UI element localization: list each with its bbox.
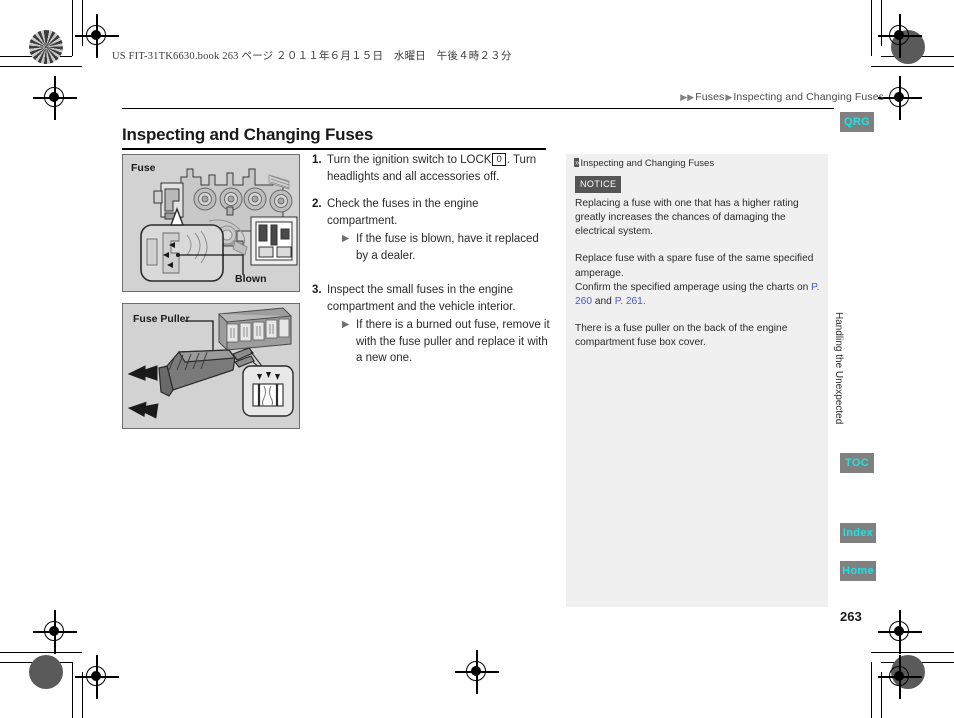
tab-qrg[interactable]: QRG — [840, 112, 874, 132]
book-file-stamp: US FIT-31TK6630.book 263 ページ ２０１１年６月１５日 … — [112, 51, 512, 62]
fuse-box-illustration — [140, 168, 298, 282]
step-number: 1. — [312, 154, 322, 166]
registration-cross — [33, 76, 77, 120]
step-item: 3. Inspect the small fuses in the engine… — [312, 282, 550, 367]
page-number: 263 — [840, 609, 862, 624]
registration-dot-bottom-left — [29, 655, 63, 689]
registration-cross — [878, 14, 922, 58]
notice-paragraph-3: Confirm the specified amperage using the… — [575, 281, 821, 309]
breadcrumb-level-2[interactable]: Inspecting and Changing Fuses — [733, 91, 884, 103]
substep-item: ▶ If the fuse is blown, have it replaced… — [342, 231, 550, 264]
registration-cross — [75, 655, 119, 699]
notice-panel: » Inspecting and Changing Fuses NOTICE Re… — [566, 154, 828, 607]
registration-cross — [33, 610, 77, 654]
notice-heading-text: Inspecting and Changing Fuses — [580, 158, 715, 169]
figure-fuse-label: Fuse — [131, 162, 156, 174]
figure-fuse-callout-blown: Blown — [235, 273, 267, 285]
step-item: 2. Check the fuses in the engine compart… — [312, 196, 550, 264]
step-text: Inspect the small fuses in the engine co… — [327, 284, 516, 313]
registration-cross — [878, 610, 922, 654]
notice-panel-body: NOTICE Replacing a fuse with one that ha… — [575, 176, 821, 364]
substep-text: If there is a burned out fuse, remove it… — [356, 319, 550, 364]
substep-marker-icon: ▶ — [342, 233, 350, 244]
trim-mark — [72, 662, 74, 718]
step-text-before: Turn the ignition switch to LOCK — [327, 154, 492, 166]
figure-fuse-puller-label: Fuse Puller — [133, 313, 190, 325]
tab-home[interactable]: Home — [840, 561, 876, 581]
header-rule — [122, 108, 834, 109]
notice-paragraph-4: There is a fuse puller on the back of th… — [575, 323, 788, 349]
substep-text: If the fuse is blown, have it replaced b… — [356, 233, 539, 262]
breadcrumb-level-1[interactable]: Fuses — [695, 91, 724, 103]
notice-p3-after: . — [642, 295, 646, 307]
notice-p3-mid: and — [594, 295, 612, 307]
trim-mark — [871, 0, 873, 56]
registration-cross — [878, 76, 922, 120]
registration-cross — [878, 655, 922, 699]
breadcrumb: ▶▶Fuses▶Inspecting and Changing Fuses — [679, 91, 884, 103]
page-canvas: US FIT-31TK6630.book 263 ページ ２０１１年６月１５日 … — [0, 0, 954, 718]
step-body: Check the fuses in the engine compartmen… — [327, 196, 550, 264]
notice-badge: NOTICE — [575, 176, 622, 193]
page-title: Inspecting and Changing Fuses — [122, 125, 374, 144]
step-number: 3. — [312, 284, 322, 296]
trim-mark — [72, 0, 74, 56]
step-text: Turn the ignition switch to LOCK 0. Turn … — [327, 152, 550, 185]
trim-mark — [871, 66, 954, 68]
figure-fuse: Fuse Blown — [122, 154, 300, 292]
step-text: Check the fuses in the engine compartmen… — [327, 198, 479, 227]
registration-star-top-left — [29, 30, 63, 64]
notice-p3-before: Confirm the specified amperage using the… — [575, 281, 809, 293]
page-ref-261[interactable]: P. 261 — [615, 296, 643, 307]
chapter-tab-label: Handling the Unexpected — [833, 312, 844, 425]
trim-mark — [0, 66, 82, 68]
lock-position-icon: 0 — [492, 153, 506, 166]
notice-paragraph-2: Replace fuse with a spare fuse of the sa… — [575, 253, 814, 279]
notice-paragraph-1: Replacing a fuse with one that has a hig… — [575, 197, 799, 238]
step-body: Inspect the small fuses in the engine co… — [327, 282, 550, 367]
tab-index[interactable]: Index — [840, 523, 876, 543]
instruction-steps: 1. Turn the ignition switch to LOCK 0. Tu… — [312, 152, 550, 378]
trim-mark — [871, 662, 873, 718]
breadcrumb-separator-icon: ▶ — [725, 92, 733, 102]
tab-toc[interactable]: TOC — [840, 453, 874, 473]
step-number: 2. — [312, 198, 322, 210]
notice-marker-icon: » — [574, 158, 580, 167]
substep-item: ▶ If there is a burned out fuse, remove … — [342, 317, 550, 367]
breadcrumb-marker-icon: ▶▶ — [680, 92, 695, 102]
registration-cross-bottom-center — [455, 650, 499, 694]
step-item: 1. Turn the ignition switch to LOCK 0. Tu… — [312, 152, 550, 185]
substep-marker-icon: ▶ — [342, 319, 350, 330]
notice-panel-heading: » Inspecting and Changing Fuses — [574, 158, 714, 169]
title-rule — [122, 148, 546, 150]
figure-fuse-puller: Fuse Puller — [122, 303, 300, 429]
